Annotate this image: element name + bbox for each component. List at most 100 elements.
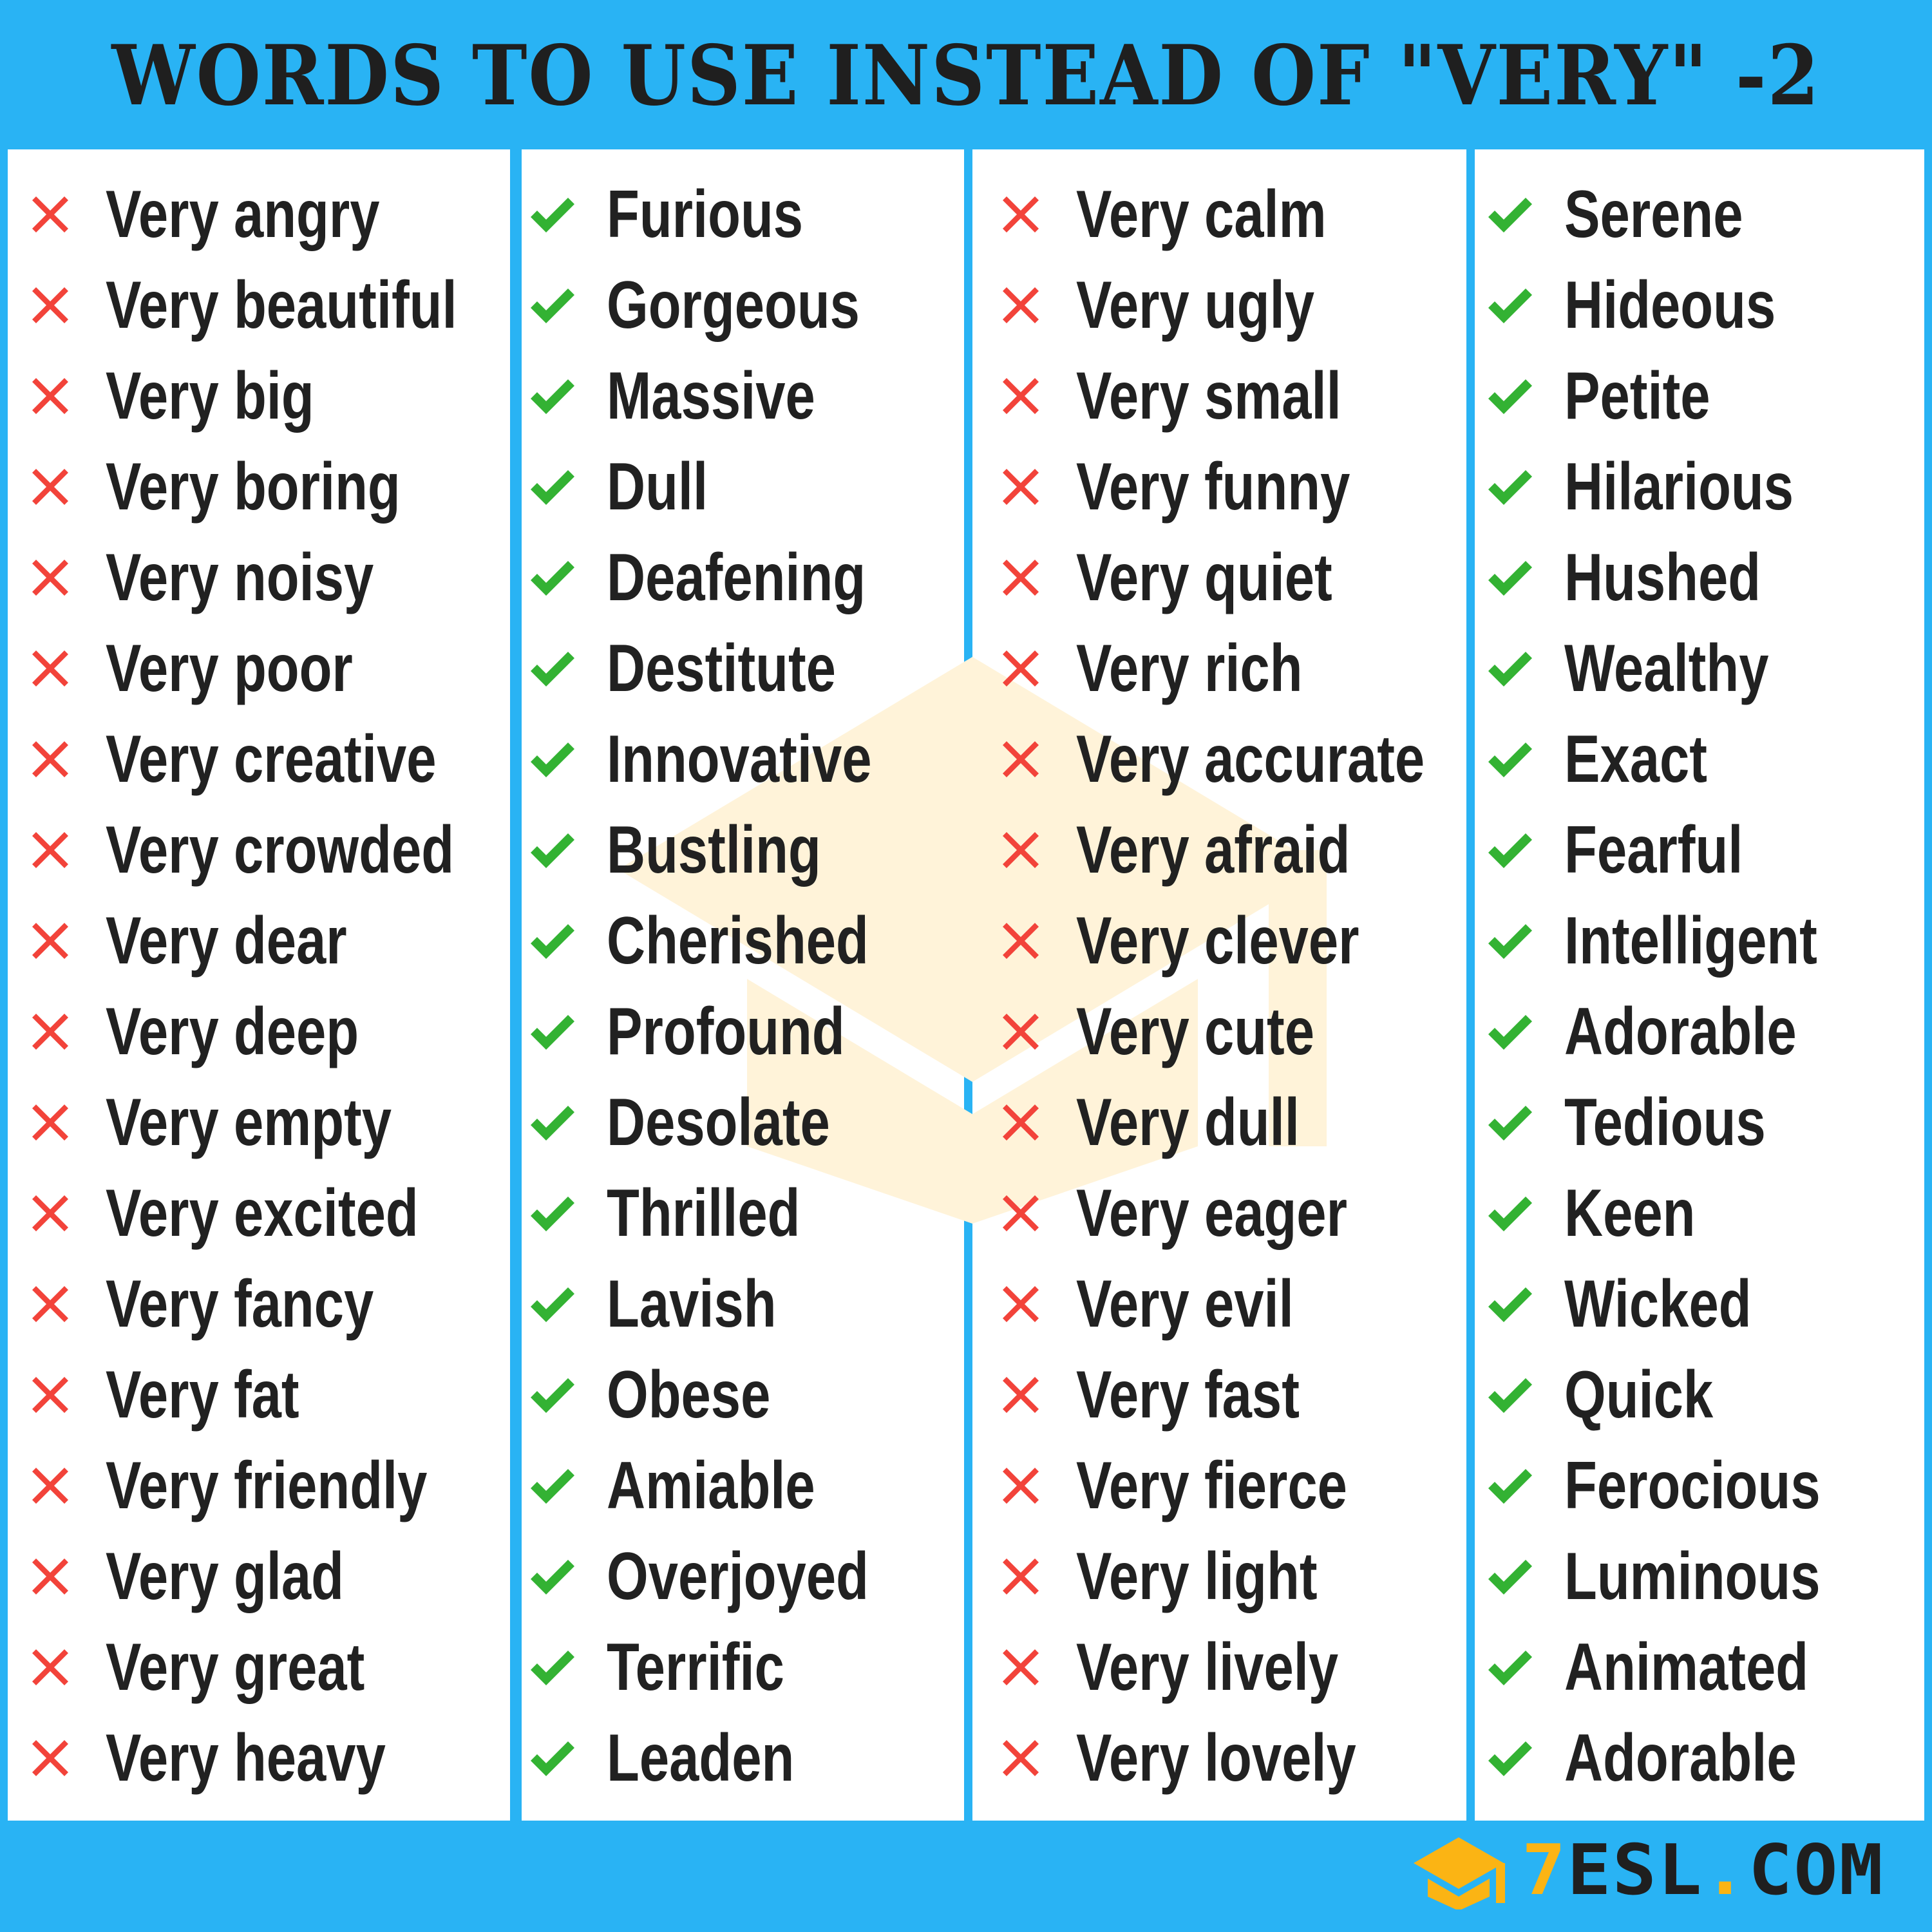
cross-icon [24,461,76,513]
wrong-phrase: Very boring [106,449,401,524]
better-word: Destitute [607,630,836,706]
check-icon [527,1551,578,1602]
better-word: Wealthy [1564,630,1769,706]
better-word-item: Exact [1484,714,1884,804]
cross-icon [995,1732,1046,1784]
wrong-usage-item: Very funny [995,441,1512,532]
better-word-item: Petite [1484,350,1884,441]
wrong-phrase: Very fierce [1076,1448,1347,1523]
cross-icon [24,279,76,331]
wrong-phrase: Very small [1076,358,1341,433]
cross-icon [24,643,76,694]
wrong-usage-item: Very beautiful [24,260,545,350]
cross-icon [995,1642,1046,1693]
better-word-item: Gorgeous [527,260,938,350]
better-word-item: Furious [527,169,938,260]
better-word-item: Dull [527,441,938,532]
better-word-item: Massive [527,350,938,441]
title-banner: WORDS TO USE INSTEAD OF "VERY" -2 [0,0,1932,149]
graduation-cap-icon [1414,1832,1510,1909]
wrong-usage-item: Very accurate [995,714,1512,804]
wrong-phrase: Very glad [106,1539,344,1614]
better-word: Gorgeous [607,267,860,343]
better-word: Luminous [1564,1539,1821,1614]
wrong-usage-item: Very small [995,350,1512,441]
cross-icon [24,1732,76,1784]
brand-prefix: 7 [1522,1830,1567,1911]
cross-icon [995,734,1046,785]
wrong-phrase: Very ugly [1076,267,1314,343]
wrong-phrase: Very great [106,1629,365,1705]
better-word-item: Wicked [1484,1258,1884,1349]
check-icon [527,1006,578,1057]
better-word: Hideous [1564,267,1776,343]
cross-icon [24,1551,76,1602]
better-word: Animated [1564,1629,1809,1705]
cross-icon [995,370,1046,422]
check-icon [1484,1642,1536,1693]
check-icon [1484,189,1536,240]
wrong-usage-item: Very afraid [995,804,1512,895]
wrong-usage-item: Very cute [995,986,1512,1077]
better-word-item: Hushed [1484,532,1884,623]
better-word: Thrilled [607,1175,800,1251]
wrong-usage-item: Very dear [24,895,545,986]
cross-icon [995,461,1046,513]
cross-icon [24,915,76,967]
check-icon [1484,824,1536,876]
wrong-usage-item: Very fast [995,1349,1512,1440]
better-word: Keen [1564,1175,1696,1251]
better-word: Lavish [607,1266,777,1341]
better-word-item: Intelligent [1484,895,1884,986]
better-word: Profound [607,994,845,1069]
check-icon [1484,734,1536,785]
better-word-item: Innovative [527,714,938,804]
cross-icon [24,824,76,876]
cross-icon [24,1460,76,1511]
better-word-item: Tedious [1484,1077,1884,1168]
right-list-2: Serene Hideous Petite Hilarious Hushed Wealth… [1484,169,1884,1803]
wrong-usage-item: Very fancy [24,1258,545,1349]
wrong-phrase: Very friendly [106,1448,428,1523]
check-icon [1484,1551,1536,1602]
wrong-phrase: Very heavy [106,1720,386,1795]
check-icon [527,1732,578,1784]
wrong-usage-item: Very angry [24,169,545,260]
cross-icon [24,1006,76,1057]
cross-icon [24,189,76,240]
cross-icon [995,643,1046,694]
better-word: Leaden [607,1720,795,1795]
better-word-item: Deafening [527,532,938,623]
check-icon [527,1369,578,1421]
better-word: Hushed [1564,540,1761,615]
better-word-item: Cherished [527,895,938,986]
better-word: Furious [607,176,804,252]
better-word-item: Bustling [527,804,938,895]
wrong-usage-item: Very boring [24,441,545,532]
wrong-usage-item: Very ugly [995,260,1512,350]
check-icon [527,915,578,967]
check-icon [1484,370,1536,422]
brand-tld: COM [1748,1830,1885,1911]
better-word-item: Keen [1484,1168,1884,1258]
wrong-phrase: Very quiet [1076,540,1332,615]
wrong-phrase: Very dear [106,903,347,978]
better-word: Intelligent [1564,903,1817,978]
better-word-item: Adorable [1484,1712,1884,1803]
page-title: WORDS TO USE INSTEAD OF "VERY" -2 [111,28,1821,124]
brand-logo[interactable]: 7ESL.COM [1414,1830,1883,1911]
check-icon [527,824,578,876]
cross-icon [24,734,76,785]
wrong-usage-item: Very calm [995,169,1512,260]
wrong-phrase: Very funny [1076,449,1350,524]
wrong-phrase: Very noisy [106,540,374,615]
check-icon [527,1642,578,1693]
check-icon [1484,915,1536,967]
wrong-phrase: Very beautiful [106,267,457,343]
check-icon [527,734,578,785]
wrong-phrase: Very fancy [106,1266,374,1341]
cross-icon [995,1460,1046,1511]
better-word: Cherished [607,903,869,978]
better-word-item: Terrific [527,1622,938,1712]
wrong-usage-item: Very lively [995,1622,1512,1712]
